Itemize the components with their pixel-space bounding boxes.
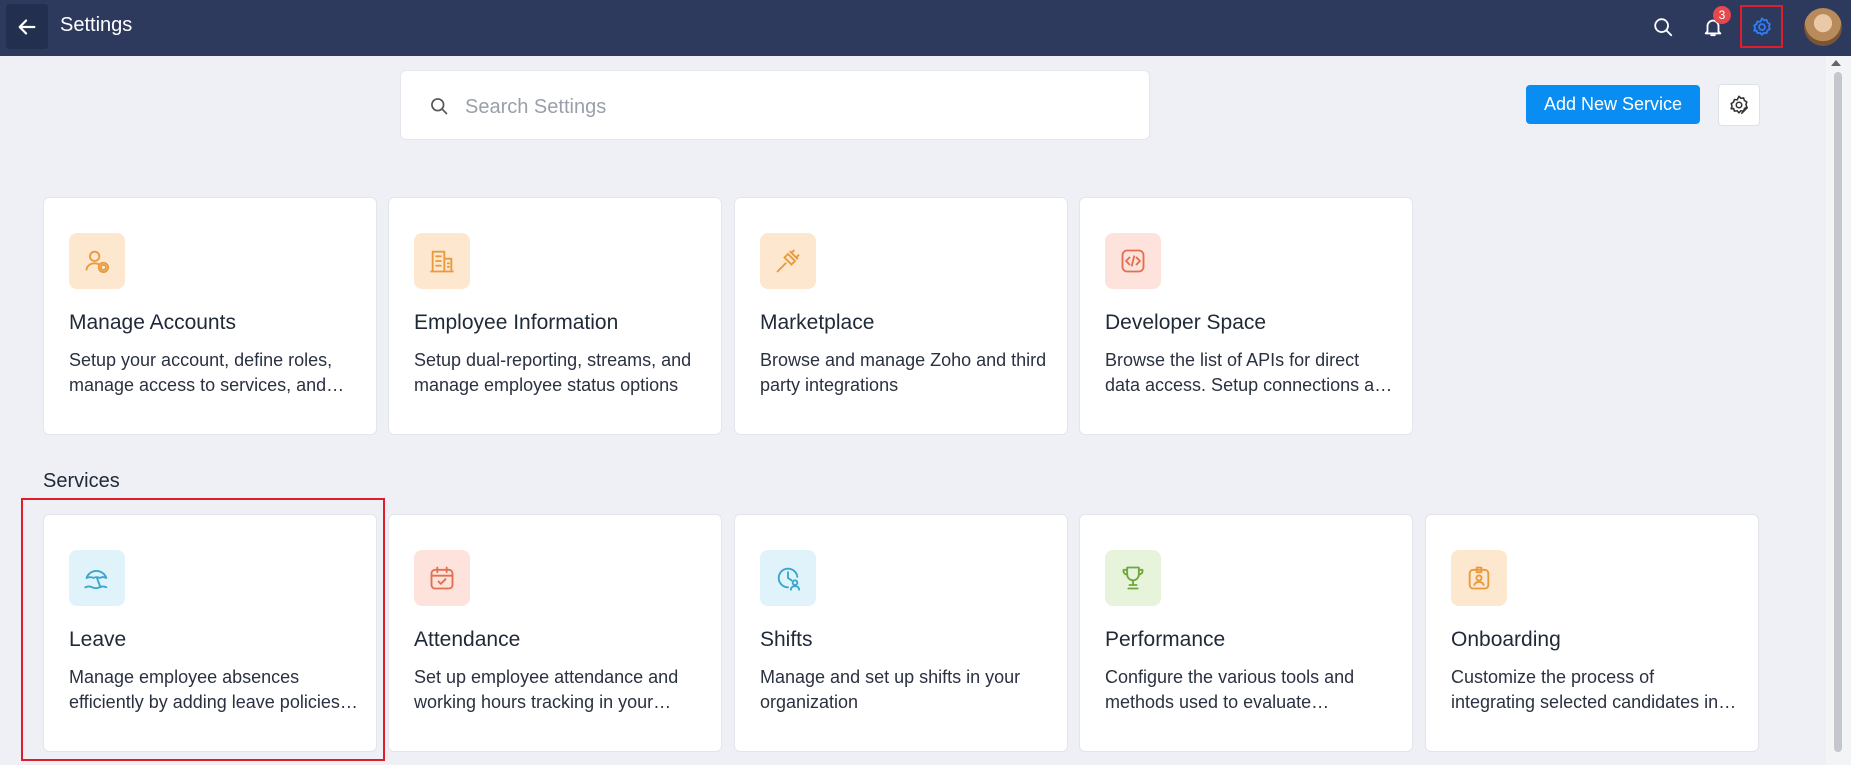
card-manage-accounts[interactable]: Manage Accounts Setup your account, defi…	[43, 197, 377, 435]
user-settings-icon	[85, 250, 110, 274]
search-settings-input[interactable]	[463, 89, 1127, 125]
card-developer-space[interactable]: Developer Space Browse the list of APIs …	[1079, 197, 1413, 435]
card-title: Developer Space	[1105, 311, 1267, 334]
gear-icon	[1752, 16, 1771, 36]
notification-badge: 3	[1713, 6, 1731, 24]
card-description: Manage and set up shifts in your organiz…	[760, 667, 1021, 712]
search-icon	[1654, 18, 1673, 37]
scroll-up-arrow[interactable]	[1831, 60, 1841, 66]
search-settings-box[interactable]	[400, 70, 1150, 140]
calendar-check-icon	[430, 566, 454, 590]
card-icon-box	[414, 550, 470, 606]
card-icon-box	[760, 550, 816, 606]
page-title: Settings	[60, 14, 133, 36]
card-title: Performance	[1105, 628, 1226, 651]
code-icon	[1121, 249, 1145, 273]
card-title: Employee Information	[414, 311, 619, 334]
search-button[interactable]	[1650, 14, 1676, 40]
top-bar	[0, 0, 1851, 56]
card-description: Browse and manage Zoho and third party i…	[760, 350, 1047, 395]
card-title: Onboarding	[1451, 628, 1561, 651]
card-marketplace[interactable]: Marketplace Browse and manage Zoho and t…	[734, 197, 1068, 435]
card-icon-box	[414, 233, 470, 289]
card-description: Setup your account, define roles, manage…	[69, 350, 333, 395]
services-heading: Services	[43, 470, 120, 492]
id-badge-icon	[1468, 566, 1490, 590]
card-icon-box	[1105, 550, 1161, 606]
card-description: Customize the process of integrating sel…	[1451, 667, 1734, 712]
settings-button[interactable]	[1740, 5, 1783, 48]
card-icon-box	[1105, 233, 1161, 289]
card-title: Attendance	[414, 628, 521, 651]
card-attendance[interactable]: Attendance Set up employee attendance an…	[388, 514, 722, 752]
search-icon	[431, 98, 448, 115]
building-icon	[430, 250, 454, 273]
card-description: Setup dual-reporting, streams, and manag…	[414, 350, 692, 395]
card-description: Browse the list of APIs for direct data …	[1105, 350, 1395, 395]
user-avatar[interactable]	[1804, 8, 1842, 46]
card-title: Manage Accounts	[69, 311, 236, 334]
scrollbar-thumb[interactable]	[1834, 72, 1842, 752]
plug-icon	[776, 249, 800, 273]
card-icon-box	[1451, 550, 1507, 606]
card-performance[interactable]: Performance Configure the various tools …	[1079, 514, 1413, 752]
service-settings-button[interactable]	[1718, 84, 1760, 126]
card-shifts[interactable]: Shifts Manage and set up shifts in your …	[734, 514, 1068, 752]
trophy-icon	[1122, 566, 1144, 590]
card-title: Leave	[69, 628, 127, 651]
add-new-service-button[interactable]: Add New Service	[1526, 85, 1700, 124]
card-title: Marketplace	[760, 311, 875, 334]
card-description: Set up employee attendance and working h…	[414, 667, 679, 712]
card-onboarding[interactable]: Onboarding Customize the process of inte…	[1425, 514, 1759, 752]
card-icon-box	[69, 233, 125, 289]
card-description: Manage employee absences efficiently by …	[69, 667, 340, 712]
back-button[interactable]	[6, 4, 48, 49]
card-title: Shifts	[760, 628, 813, 651]
arrow-left-icon	[18, 18, 36, 35]
gear-edit-icon	[1730, 95, 1749, 115]
beach-umbrella-icon	[84, 570, 108, 590]
card-employee-information[interactable]: Employee Information Setup dual-reportin…	[388, 197, 722, 435]
clock-user-icon	[777, 567, 801, 591]
card-description: Configure the various tools and methods …	[1105, 667, 1355, 712]
card-icon-box	[69, 550, 125, 606]
card-icon-box	[760, 233, 816, 289]
card-leave[interactable]: Leave Manage employee absences efficient…	[43, 514, 377, 752]
